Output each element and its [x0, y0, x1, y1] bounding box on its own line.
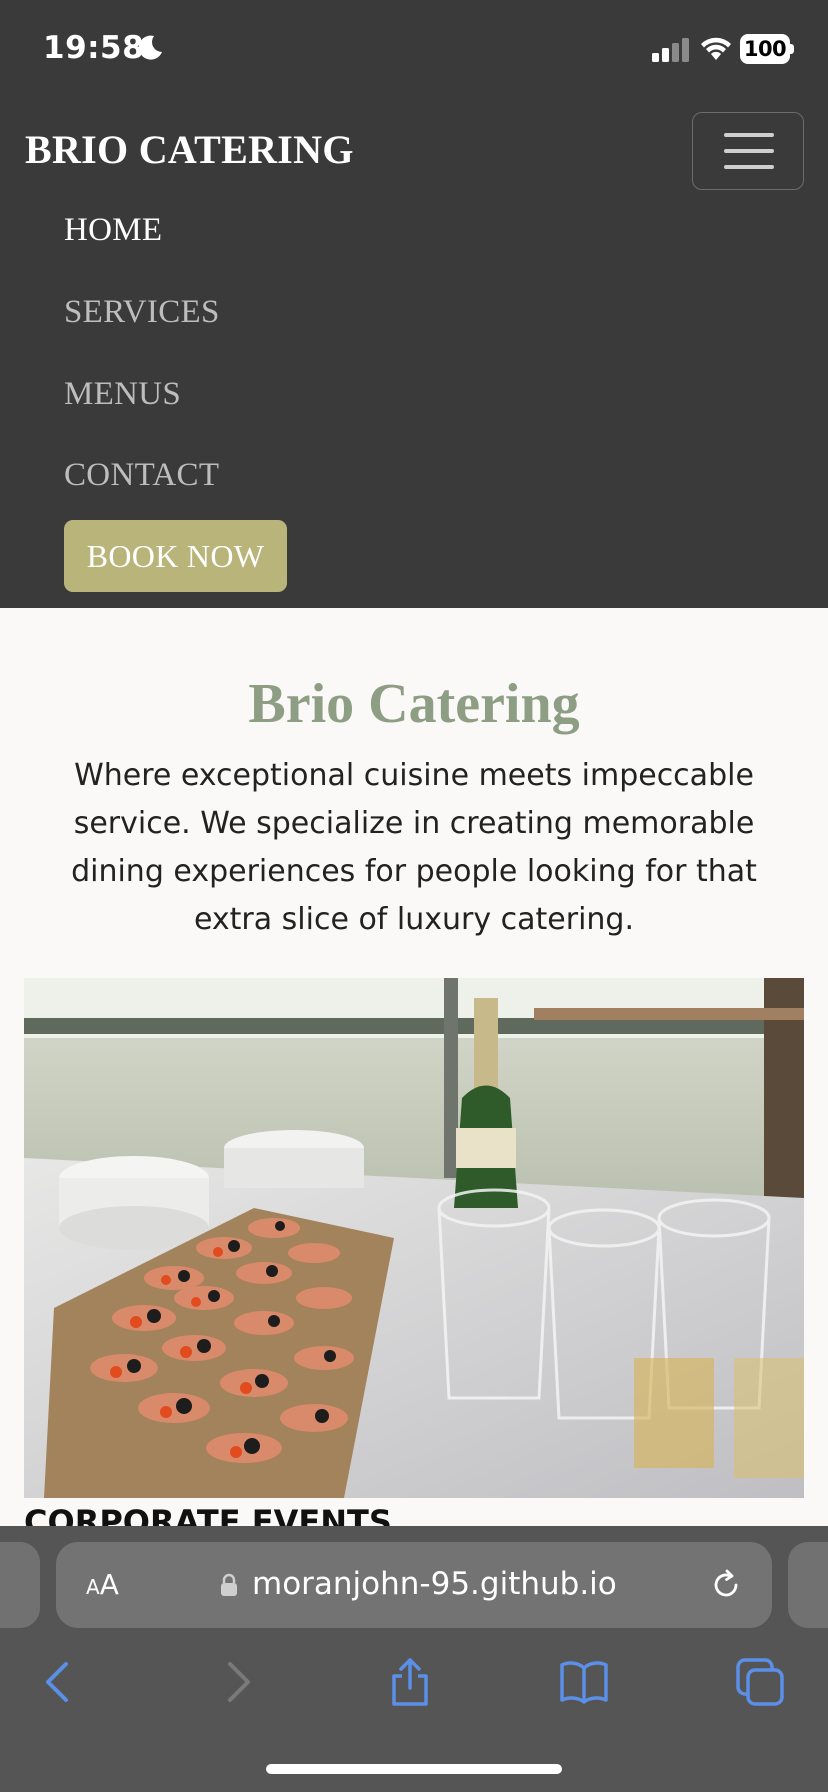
browser-toolbar: AA moranjohn-95.github.io: [0, 1526, 828, 1792]
battery-level: 100: [740, 34, 790, 64]
catering-table-image: [24, 978, 804, 1498]
battery-tip: [790, 44, 794, 54]
forward-icon[interactable]: [210, 1656, 262, 1708]
hamburger-line: [724, 149, 774, 153]
nav-link-home[interactable]: HOME: [64, 212, 162, 249]
nav-link-contact[interactable]: CONTACT: [64, 457, 219, 494]
address-bar[interactable]: AA moranjohn-95.github.io: [56, 1542, 772, 1628]
brand-logo[interactable]: BRIO CATERING: [25, 126, 354, 173]
lock-icon: [221, 1573, 237, 1596]
text-size-button[interactable]: AA: [86, 1568, 119, 1601]
cellular-signal-icon: [652, 38, 689, 62]
back-icon[interactable]: [34, 1656, 86, 1708]
nav-link-menus[interactable]: MENUS: [64, 376, 181, 413]
url-text: moranjohn-95.github.io: [252, 1566, 617, 1602]
moon-icon: [138, 35, 162, 60]
hamburger-line: [724, 165, 774, 169]
share-icon[interactable]: [384, 1656, 436, 1708]
navbar: BRIO CATERING HOME SERVICES MENUS CONTAC…: [0, 100, 828, 608]
text-size-small: A: [86, 1575, 100, 1599]
hero-description: Where exceptional cuisine meets impeccab…: [71, 758, 757, 937]
battery-icon: 100: [740, 34, 794, 64]
hero-title: Brio Catering: [248, 673, 580, 735]
next-tab-preview[interactable]: [788, 1542, 828, 1628]
wifi-icon: [701, 37, 731, 60]
status-bar: 19:58 100: [0, 0, 828, 100]
hamburger-icon: [724, 133, 774, 137]
status-time: 19:58: [43, 30, 145, 66]
menu-toggle-button[interactable]: [692, 112, 804, 190]
bookmarks-icon[interactable]: [558, 1656, 610, 1708]
home-indicator[interactable]: [266, 1764, 562, 1774]
text-size-big: A: [99, 1568, 119, 1601]
section-heading: CORPORATE EVENTS: [24, 1503, 392, 1528]
reload-icon[interactable]: [708, 1567, 744, 1603]
nav-link-services[interactable]: SERVICES: [64, 294, 220, 331]
book-now-button[interactable]: BOOK NOW: [64, 520, 287, 592]
previous-tab-preview[interactable]: [0, 1542, 40, 1628]
tabs-icon[interactable]: [734, 1656, 786, 1708]
